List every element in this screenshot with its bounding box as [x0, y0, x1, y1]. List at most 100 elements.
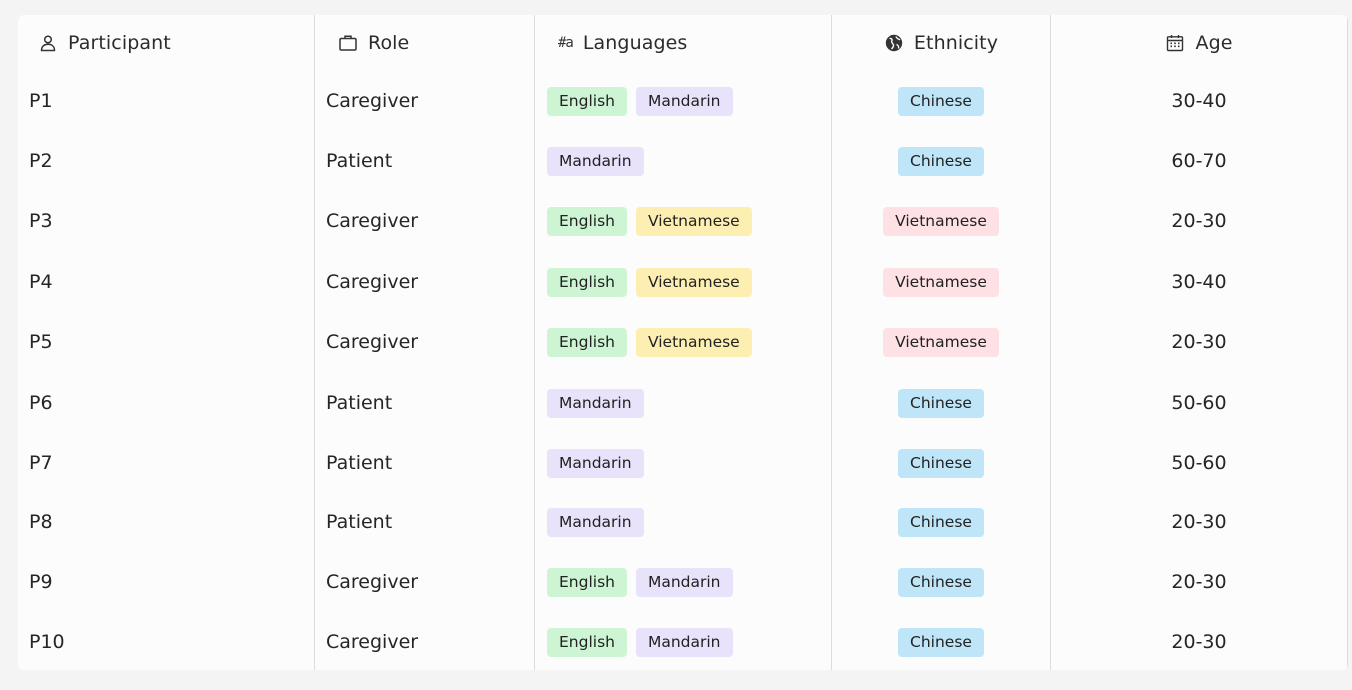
- ethnicity-cell[interactable]: Chinese: [832, 373, 1050, 433]
- age-cell[interactable]: 60-70: [1051, 131, 1347, 191]
- ethnicity-cell[interactable]: Chinese: [832, 71, 1050, 131]
- table-row[interactable]: P1 Caregiver English Mandarin Chinese 30-40: [18, 71, 1348, 131]
- participant-cell[interactable]: P8: [29, 492, 309, 552]
- languages-cell[interactable]: English Vietnamese: [547, 252, 827, 312]
- table-row[interactable]: P8 Patient Mandarin Chinese 20-30: [18, 492, 1348, 552]
- language-tag[interactable]: English: [547, 567, 627, 597]
- languages-cell[interactable]: Mandarin: [547, 492, 827, 552]
- briefcase-icon: [338, 33, 358, 53]
- role-cell[interactable]: Patient: [326, 373, 526, 433]
- language-tag[interactable]: English: [547, 267, 627, 297]
- language-tag[interactable]: English: [547, 627, 627, 657]
- ethnicity-tag[interactable]: Chinese: [898, 146, 984, 176]
- ethnicity-tag[interactable]: Chinese: [898, 507, 984, 537]
- languages-cell[interactable]: Mandarin: [547, 433, 827, 493]
- language-tag[interactable]: Mandarin: [635, 567, 733, 597]
- language-tag[interactable]: Vietnamese: [635, 206, 752, 236]
- role-cell[interactable]: Patient: [326, 131, 526, 191]
- language-tag[interactable]: English: [547, 206, 627, 236]
- header-role[interactable]: Role: [338, 15, 528, 71]
- language-tag[interactable]: Mandarin: [547, 507, 644, 537]
- table-row[interactable]: P9 Caregiver English Mandarin Chinese 20-30: [18, 552, 1348, 612]
- header-age[interactable]: Age: [1051, 15, 1347, 71]
- ethnicity-cell[interactable]: Vietnamese: [832, 191, 1050, 251]
- language-tag[interactable]: English: [547, 327, 627, 357]
- age-cell[interactable]: 20-30: [1051, 492, 1347, 552]
- table-row[interactable]: P5 Caregiver English Vietnamese Vietnamese 20…: [18, 312, 1348, 372]
- ethnicity-tag[interactable]: Chinese: [898, 448, 984, 478]
- role-cell[interactable]: Patient: [326, 433, 526, 493]
- role-cell[interactable]: Caregiver: [326, 612, 526, 670]
- language-tag[interactable]: Mandarin: [635, 627, 733, 657]
- participant-cell[interactable]: P10: [29, 612, 309, 670]
- ethnicity-cell[interactable]: Chinese: [832, 131, 1050, 191]
- table-row[interactable]: P4 Caregiver English Vietnamese Vietnamese 30…: [18, 252, 1348, 312]
- person-icon: [38, 33, 58, 53]
- header-label: Participant: [68, 32, 171, 54]
- languages-cell[interactable]: English Mandarin: [547, 552, 827, 612]
- ethnicity-tag[interactable]: Vietnamese: [883, 267, 999, 297]
- age-cell[interactable]: 20-30: [1051, 612, 1347, 670]
- role-cell[interactable]: Patient: [326, 492, 526, 552]
- participant-cell[interactable]: P1: [29, 71, 309, 131]
- calendar-icon: [1165, 33, 1185, 53]
- languages-cell[interactable]: English Mandarin: [547, 71, 827, 131]
- ethnicity-cell[interactable]: Chinese: [832, 492, 1050, 552]
- age-cell[interactable]: 30-40: [1051, 71, 1347, 131]
- ethnicity-cell[interactable]: Vietnamese: [832, 312, 1050, 372]
- age-cell[interactable]: 20-30: [1051, 191, 1347, 251]
- role-cell[interactable]: Caregiver: [326, 191, 526, 251]
- ethnicity-tag[interactable]: Chinese: [898, 86, 984, 116]
- ethnicity-cell[interactable]: Chinese: [832, 612, 1050, 670]
- participant-cell[interactable]: P7: [29, 433, 309, 493]
- participant-cell[interactable]: P9: [29, 552, 309, 612]
- ethnicity-cell[interactable]: Chinese: [832, 552, 1050, 612]
- language-tag[interactable]: English: [547, 86, 627, 116]
- ethnicity-tag[interactable]: Vietnamese: [883, 327, 999, 357]
- languages-cell[interactable]: English Vietnamese: [547, 191, 827, 251]
- language-icon: #a: [558, 35, 574, 51]
- header-languages[interactable]: #a Languages: [558, 15, 828, 71]
- language-tag[interactable]: Mandarin: [547, 448, 644, 478]
- participants-table-card: Participant Role #a Languages Ethnicity …: [18, 15, 1348, 670]
- role-cell[interactable]: Caregiver: [326, 71, 526, 131]
- language-tag[interactable]: Vietnamese: [635, 267, 752, 297]
- language-tag[interactable]: Mandarin: [635, 86, 733, 116]
- age-cell[interactable]: 20-30: [1051, 312, 1347, 372]
- ethnicity-tag[interactable]: Chinese: [898, 388, 984, 418]
- language-tag[interactable]: Mandarin: [547, 146, 644, 176]
- table-row[interactable]: P6 Patient Mandarin Chinese 50-60: [18, 373, 1348, 433]
- ethnicity-tag[interactable]: Chinese: [898, 567, 984, 597]
- age-cell[interactable]: 20-30: [1051, 552, 1347, 612]
- ethnicity-cell[interactable]: Chinese: [832, 433, 1050, 493]
- participant-cell[interactable]: P6: [29, 373, 309, 433]
- table-row[interactable]: P10 Caregiver English Mandarin Chinese 20-30: [18, 612, 1348, 670]
- languages-cell[interactable]: Mandarin: [547, 373, 827, 433]
- ethnicity-cell[interactable]: Vietnamese: [832, 252, 1050, 312]
- ethnicity-tag[interactable]: Vietnamese: [883, 206, 999, 236]
- role-cell[interactable]: Caregiver: [326, 312, 526, 372]
- language-tag[interactable]: Vietnamese: [635, 327, 752, 357]
- table-row[interactable]: P7 Patient Mandarin Chinese 50-60: [18, 433, 1348, 493]
- header-ethnicity[interactable]: Ethnicity: [832, 15, 1050, 71]
- age-cell[interactable]: 30-40: [1051, 252, 1347, 312]
- participant-cell[interactable]: P2: [29, 131, 309, 191]
- age-cell[interactable]: 50-60: [1051, 433, 1347, 493]
- participant-cell[interactable]: P3: [29, 191, 309, 251]
- ethnicity-tag[interactable]: Chinese: [898, 627, 984, 657]
- participants-table: Participant Role #a Languages Ethnicity …: [18, 15, 1348, 670]
- header-label: Role: [368, 32, 410, 54]
- table-row[interactable]: P2 Patient Mandarin Chinese 60-70: [18, 131, 1348, 191]
- role-cell[interactable]: Caregiver: [326, 252, 526, 312]
- languages-cell[interactable]: English Vietnamese: [547, 312, 827, 372]
- language-tag[interactable]: Mandarin: [547, 388, 644, 418]
- languages-cell[interactable]: English Mandarin: [547, 612, 827, 670]
- header-participant[interactable]: Participant: [38, 15, 308, 71]
- table-row[interactable]: P3 Caregiver English Vietnamese Vietnamese 20…: [18, 191, 1348, 251]
- languages-cell[interactable]: Mandarin: [547, 131, 827, 191]
- participant-cell[interactable]: P4: [29, 252, 309, 312]
- participant-cell[interactable]: P5: [29, 312, 309, 372]
- age-cell[interactable]: 50-60: [1051, 373, 1347, 433]
- role-cell[interactable]: Caregiver: [326, 552, 526, 612]
- header-label: Age: [1195, 32, 1233, 54]
